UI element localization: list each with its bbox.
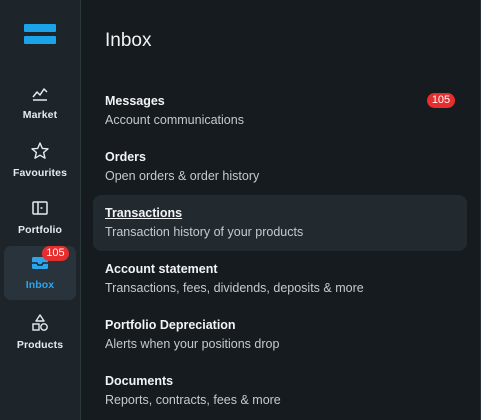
item-subtitle: Transaction history of your products <box>105 225 304 239</box>
inbox-item-orders[interactable]: Orders Open orders & order history <box>93 139 467 195</box>
sidebar-item-favourites[interactable]: Favourites <box>4 134 76 186</box>
sidebar-item-inbox[interactable]: Inbox 105 <box>4 246 76 300</box>
item-title: Orders <box>105 150 146 164</box>
sidebar-item-label: Portfolio <box>17 224 63 236</box>
market-chart-icon <box>32 88 48 101</box>
inbox-item-transactions[interactable]: Transactions Transaction history of your… <box>93 195 467 251</box>
portfolio-icon <box>32 201 48 215</box>
sidebar-item-label: Products <box>16 339 64 351</box>
item-title: Documents <box>105 374 174 388</box>
sidebar-item-label: Favourites <box>12 167 68 179</box>
inbox-panel: Inbox Messages Account communications 10… <box>81 0 481 420</box>
sidebar-nav: Market Favourites Portfolio Inbox 105 Pr… <box>0 0 80 420</box>
sidebar-item-products[interactable]: Products <box>4 306 76 358</box>
inbox-item-messages[interactable]: Messages Account communications 105 <box>93 83 467 139</box>
item-subtitle: Open orders & order history <box>105 169 260 183</box>
inbox-item-documents[interactable]: Documents Reports, contracts, fees & mor… <box>93 363 467 419</box>
item-title: Messages <box>105 94 165 108</box>
sidebar-item-label: Inbox <box>25 279 55 291</box>
item-subtitle: Alerts when your positions drop <box>105 337 280 351</box>
item-subtitle: Reports, contracts, fees & more <box>105 393 281 407</box>
brand-logo[interactable] <box>24 24 56 44</box>
item-title: Transactions <box>105 206 183 220</box>
item-subtitle: Transactions, fees, dividends, deposits … <box>105 281 364 295</box>
sidebar-item-portfolio[interactable]: Portfolio <box>4 191 76 243</box>
inbox-count-badge: 105 <box>42 246 69 261</box>
inbox-item-account-statement[interactable]: Account statement Transactions, fees, di… <box>93 251 467 307</box>
item-title: Account statement <box>105 262 218 276</box>
sidebar-item-label: Market <box>22 109 58 121</box>
star-icon <box>31 142 49 159</box>
sidebar-item-market[interactable]: Market <box>4 76 76 128</box>
item-title: Portfolio Depreciation <box>105 318 236 332</box>
item-subtitle: Account communications <box>105 113 244 127</box>
inbox-item-portfolio-depreciation[interactable]: Portfolio Depreciation Alerts when your … <box>93 307 467 363</box>
app-root: Market Favourites Portfolio Inbox 105 Pr… <box>0 0 481 420</box>
page-title: Inbox <box>105 30 152 51</box>
messages-count-badge: 105 <box>427 93 455 108</box>
products-shapes-icon <box>32 314 48 331</box>
